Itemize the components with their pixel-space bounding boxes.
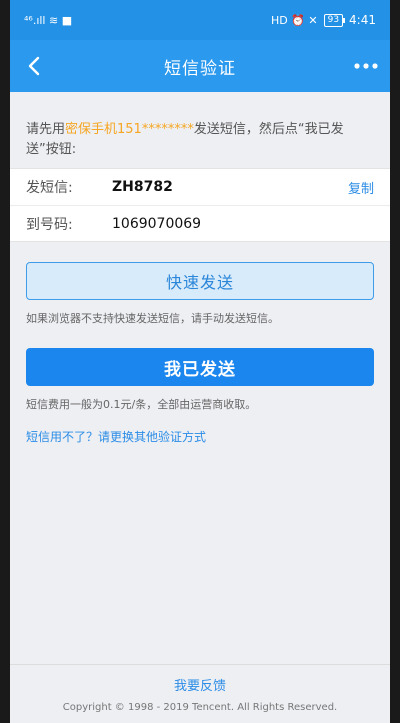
sms-content-label: 发短信: xyxy=(26,180,73,196)
quick-send-hint: 如果浏览器不支持快速发送短信，请手动发送短信。 xyxy=(26,312,279,325)
instruction-text: 请先用密保手机151********发送短信，然后点“我已发送”按钮: xyxy=(10,92,390,168)
nav-bar: 短信验证 xyxy=(10,40,390,92)
sms-number-value: 1069070069 xyxy=(112,215,202,232)
signal-wifi-icon: ⁴⁶.ıll ≋ ■ xyxy=(24,13,73,27)
sms-content-value: ZH8782 xyxy=(112,179,173,195)
status-bar-right: HD ⏰ ✕ 93 4:41 xyxy=(271,13,376,27)
alt-verification-link[interactable]: 短信用不了？请更换其他验证方式 xyxy=(10,412,390,445)
copyright-text: Copyright © 1998 - 2019 Tencent. All Rig… xyxy=(62,702,338,713)
status-bar: ⁴⁶.ıll ≋ ■ HD ⏰ ✕ 93 4:41 xyxy=(10,0,390,40)
chevron-left-icon xyxy=(28,56,40,76)
back-button[interactable] xyxy=(18,50,50,82)
sms-content-row: 发短信: ZH8782 复制 xyxy=(10,169,390,205)
instruction-prefix: 请先用 xyxy=(26,122,66,137)
battery-icon: 93 xyxy=(323,13,346,27)
more-button[interactable] xyxy=(350,50,382,82)
sms-number-row: 到号码: 1069070069 xyxy=(10,205,390,241)
status-bar-left: ⁴⁶.ıll ≋ ■ xyxy=(24,15,72,26)
sms-info-card: 发短信: ZH8782 复制 到号码: 1069070069 xyxy=(10,168,390,242)
masked-phone-number: 密保手机151******** xyxy=(65,122,194,137)
clock-time: 4:41 xyxy=(349,13,376,27)
confirm-sent-button[interactable]: 我已发送 xyxy=(26,348,374,386)
sms-fee-hint: 短信费用一般为0.1元/条，全部由运营商收取。 xyxy=(26,398,257,411)
feedback-link[interactable]: 我要反馈 xyxy=(10,675,390,694)
more-dots-icon xyxy=(354,63,378,69)
phone-screen: ⁴⁶.ıll ≋ ■ HD ⏰ ✕ 93 4:41 短信验证 请先用密保手机15… xyxy=(10,0,390,723)
sms-number-label: 到号码: xyxy=(26,216,73,233)
copy-button[interactable]: 复制 xyxy=(348,178,374,197)
quick-send-button[interactable]: 快速发送 xyxy=(26,262,374,300)
footer: 我要反馈 Copyright © 1998 - 2019 Tencent. Al… xyxy=(10,664,390,713)
status-indicators-icon: HD ⏰ ✕ xyxy=(270,13,318,27)
page-title: 短信验证 xyxy=(164,58,236,79)
